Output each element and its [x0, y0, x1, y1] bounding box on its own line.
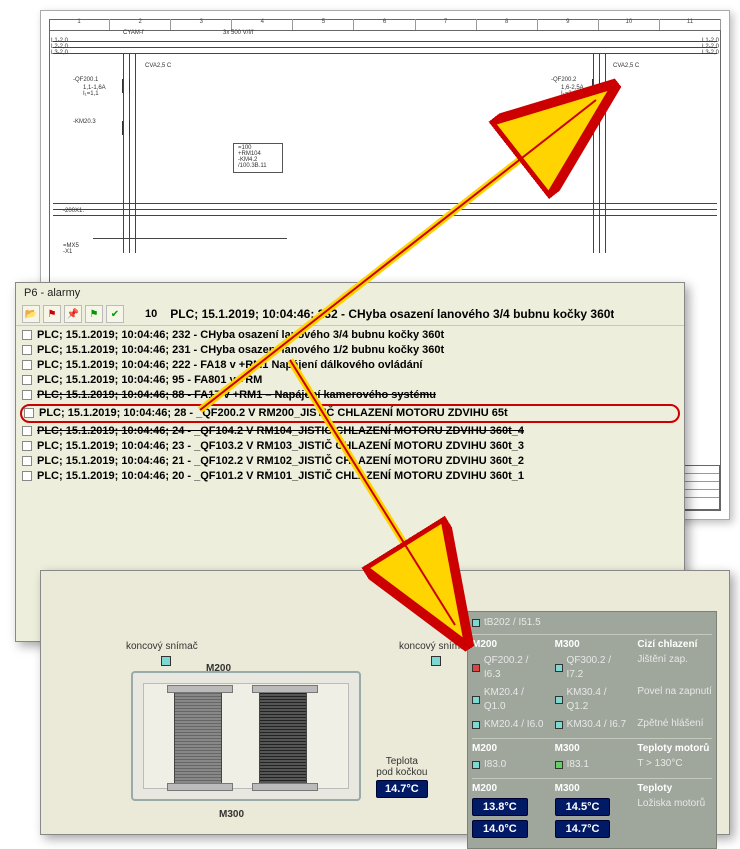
limit-switch-icon: [161, 656, 171, 666]
alarm-checkbox[interactable]: [22, 375, 32, 385]
alarm-checkbox[interactable]: [24, 408, 34, 418]
alarm-row[interactable]: PLC; 15.1.2019; 10:04:46; 24 - _QF104.2 …: [22, 424, 678, 439]
hmi-status-panel: tB202 / I51.5 M200 M300 Cizí chlazení QF…: [467, 611, 717, 849]
alarm-row[interactable]: PLC; 15.1.2019; 10:04:46; 231 - CHyba os…: [22, 343, 678, 358]
schematic-ruler: 1234567891011: [49, 19, 721, 31]
alarm-checkbox[interactable]: [22, 426, 32, 436]
alarm-text: PLC; 15.1.2019; 10:04:46; 23 - _QF103.2 …: [37, 439, 524, 454]
pin-icon[interactable]: 📌: [64, 305, 82, 323]
flag-red-icon[interactable]: ⚑: [43, 305, 61, 323]
alarm-checkbox[interactable]: [22, 471, 32, 481]
temp-readout: 14.0°C: [472, 820, 528, 838]
alarm-text: PLC; 15.1.2019; 10:04:46; 222 - FA18 v +…: [37, 358, 422, 373]
temp-readout: 14.7°C: [555, 820, 611, 838]
alarm-text: PLC; 15.1.2019; 10:04:46; 24 - _QF104.2 …: [37, 424, 524, 439]
alarm-checkbox[interactable]: [22, 345, 32, 355]
alarm-text: PLC; 15.1.2019; 10:04:46; 21 - _QF102.2 …: [37, 454, 524, 469]
alarm-row[interactable]: PLC; 15.1.2019; 10:04:46; 95 - FA801 v +…: [22, 373, 678, 388]
alarm-list: PLC; 15.1.2019; 10:04:46; 232 - CHyba os…: [16, 326, 684, 486]
alarm-text: PLC; 15.1.2019; 10:04:46; 231 - CHyba os…: [37, 343, 444, 358]
alarm-row[interactable]: PLC; 15.1.2019; 10:04:46; 20 - _QF101.2 …: [22, 469, 678, 484]
alarm-text: PLC; 15.1.2019; 10:04:46; 232 - CHyba os…: [37, 328, 444, 343]
m200-top-label: M200: [206, 663, 231, 674]
alarm-headline: PLC; 15.1.2019; 10:04:46; 232 - CHyba os…: [170, 307, 614, 321]
hmi-panel: koncový snímač koncový snímač M200 M300 …: [40, 570, 730, 835]
alarm-count: 10: [145, 308, 157, 320]
alarm-row[interactable]: PLC; 15.1.2019; 10:04:46; 21 - _QF102.2 …: [22, 454, 678, 469]
limit-switch-icon: [431, 656, 441, 666]
limit-switch-label-right: koncový snímač: [399, 641, 471, 652]
alarm-toolbar: 📂 ⚑ 📌 ⚑ ✔ 10 PLC; 15.1.2019; 10:04:46; 2…: [16, 303, 684, 326]
alarm-row[interactable]: PLC; 15.1.2019; 10:04:46; 232 - CHyba os…: [22, 328, 678, 343]
drum-m300: [259, 692, 307, 784]
alarm-text: PLC; 15.1.2019; 10:04:46; 88 - FA17 v +R…: [37, 388, 436, 403]
alarm-title: P6 - alarmy: [16, 283, 684, 303]
temp-readout: 13.8°C: [472, 798, 528, 816]
temp-under-trolley: Teplota pod kočkou 14.7°C: [376, 756, 428, 798]
motor-diagram: [131, 671, 361, 801]
open-icon[interactable]: 📂: [22, 305, 40, 323]
alarm-text: PLC; 15.1.2019; 10:04:46; 20 - _QF101.2 …: [37, 469, 524, 484]
alarm-row[interactable]: PLC; 15.1.2019; 10:04:46; 28 - _QF200.2 …: [20, 404, 680, 423]
limit-switch-label-left: koncový snímač: [126, 641, 198, 652]
m300-bottom-label: M300: [219, 809, 244, 820]
status-indicator-fault: [472, 664, 480, 672]
alarm-text: PLC; 15.1.2019; 10:04:46; 28 - _QF200.2 …: [39, 406, 508, 421]
alarm-row[interactable]: PLC; 15.1.2019; 10:04:46; 23 - _QF103.2 …: [22, 439, 678, 454]
alarm-row[interactable]: PLC; 15.1.2019; 10:04:46; 222 - FA18 v +…: [22, 358, 678, 373]
drum-m200: [174, 692, 222, 784]
check-icon[interactable]: ✔: [106, 305, 124, 323]
alarm-checkbox[interactable]: [22, 390, 32, 400]
alarm-checkbox[interactable]: [22, 456, 32, 466]
alarm-checkbox[interactable]: [22, 441, 32, 451]
alarm-checkbox[interactable]: [22, 360, 32, 370]
alarm-checkbox[interactable]: [22, 330, 32, 340]
alarm-text: PLC; 15.1.2019; 10:04:46; 95 - FA801 v +…: [37, 373, 262, 388]
flag-green-icon[interactable]: ⚑: [85, 305, 103, 323]
alarm-row[interactable]: PLC; 15.1.2019; 10:04:46; 88 - FA17 v +R…: [22, 388, 678, 403]
temp-readout: 14.5°C: [555, 798, 611, 816]
